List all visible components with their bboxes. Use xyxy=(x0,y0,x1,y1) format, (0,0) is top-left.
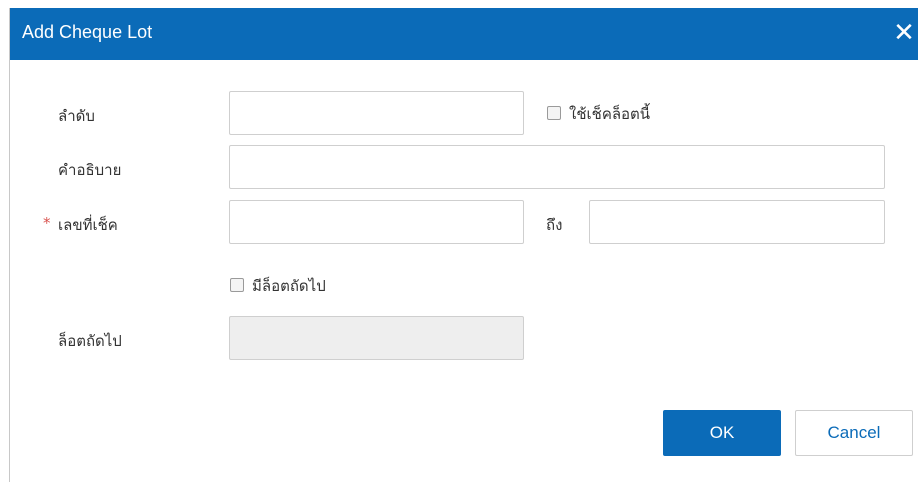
description-label: คำอธิบาย xyxy=(58,161,122,179)
required-marker: * xyxy=(43,214,51,232)
cheque-number-from-input[interactable] xyxy=(229,200,524,244)
close-icon[interactable]: ✕ xyxy=(889,18,918,48)
sequence-label: ลำดับ xyxy=(58,107,95,125)
use-this-lot-label: ใช้เช็คล็อตนี้ xyxy=(569,105,651,123)
next-lot-input xyxy=(229,316,524,360)
has-next-lot-label: มีล็อตถัดไป xyxy=(252,277,326,295)
use-this-lot-checkbox[interactable] xyxy=(547,106,561,120)
dialog-titlebar: Add Cheque Lot ✕ xyxy=(10,8,918,60)
cancel-button[interactable]: Cancel xyxy=(795,410,913,456)
ok-button[interactable]: OK xyxy=(663,410,781,456)
next-lot-label: ล็อตถัดไป xyxy=(58,332,122,350)
cheque-number-to-input[interactable] xyxy=(589,200,885,244)
sequence-input[interactable] xyxy=(229,91,524,135)
dialog-title: Add Cheque Lot xyxy=(22,22,153,42)
cheque-number-label: เลขที่เช็ค xyxy=(58,216,118,234)
to-label: ถึง xyxy=(546,216,563,234)
add-cheque-lot-dialog: Add Cheque Lot ✕ ลำดับ ใช้เช็คล็อตนี้ คำ… xyxy=(9,8,918,482)
description-input[interactable] xyxy=(229,145,885,189)
has-next-lot-checkbox[interactable] xyxy=(230,278,244,292)
